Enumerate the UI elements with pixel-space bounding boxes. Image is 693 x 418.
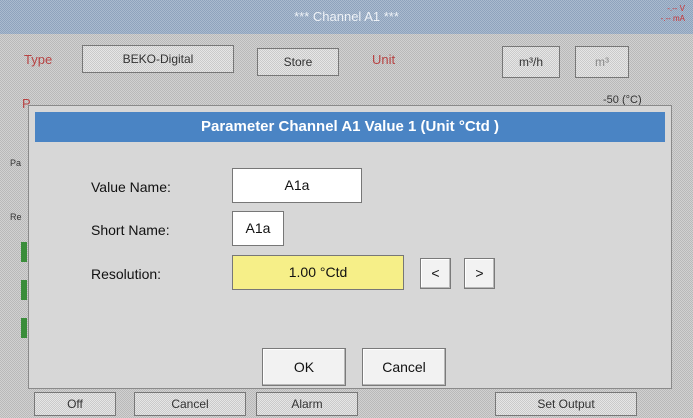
resolution-field[interactable]: 1.00 °Ctd [232, 255, 404, 290]
indicator-bar-3 [21, 318, 27, 338]
status-voltage: -.-- V [667, 4, 685, 13]
value-name-field[interactable]: A1a [232, 168, 362, 203]
bottom-set-output-button[interactable]: Set Output [495, 392, 637, 416]
indicator-bar-1 [21, 242, 27, 262]
indicator-bar-2 [21, 280, 27, 300]
parameter-dialog: Parameter Channel A1 Value 1 (Unit °Ctd … [28, 105, 672, 389]
short-name-label: Short Name: [91, 222, 170, 238]
bottom-alarm-button[interactable]: Alarm [256, 392, 358, 416]
side-letter-re: Re [10, 212, 22, 222]
status-readout: -.-- V -.-- mA [661, 4, 685, 24]
type-label: Type [24, 52, 53, 67]
resolution-decrease-button[interactable]: < [420, 258, 451, 289]
unit-option-m3[interactable]: m³ [575, 46, 629, 78]
resolution-label: Resolution: [91, 266, 162, 282]
bottom-cancel-button[interactable]: Cancel [134, 392, 246, 416]
resolution-increase-button[interactable]: > [464, 258, 495, 289]
status-current: -.-- mA [660, 14, 685, 23]
store-button[interactable]: Store [257, 48, 339, 76]
side-letter-pa: Pa [10, 158, 22, 168]
value-name-label: Value Name: [91, 179, 171, 195]
ok-button[interactable]: OK [262, 348, 346, 386]
unit-label: Unit [372, 52, 396, 67]
window-title-bar: *** Channel A1 *** -.-- V -.-- mA [0, 0, 693, 34]
unit-option-m3h[interactable]: m³/h [502, 46, 560, 78]
cancel-button[interactable]: Cancel [362, 348, 446, 386]
dialog-title: Parameter Channel A1 Value 1 (Unit °Ctd … [35, 112, 665, 142]
type-field[interactable]: BEKO-Digital [82, 45, 234, 73]
window-title: *** Channel A1 *** [294, 9, 399, 24]
bottom-off-button[interactable]: Off [34, 392, 116, 416]
short-name-field[interactable]: A1a [232, 211, 284, 246]
